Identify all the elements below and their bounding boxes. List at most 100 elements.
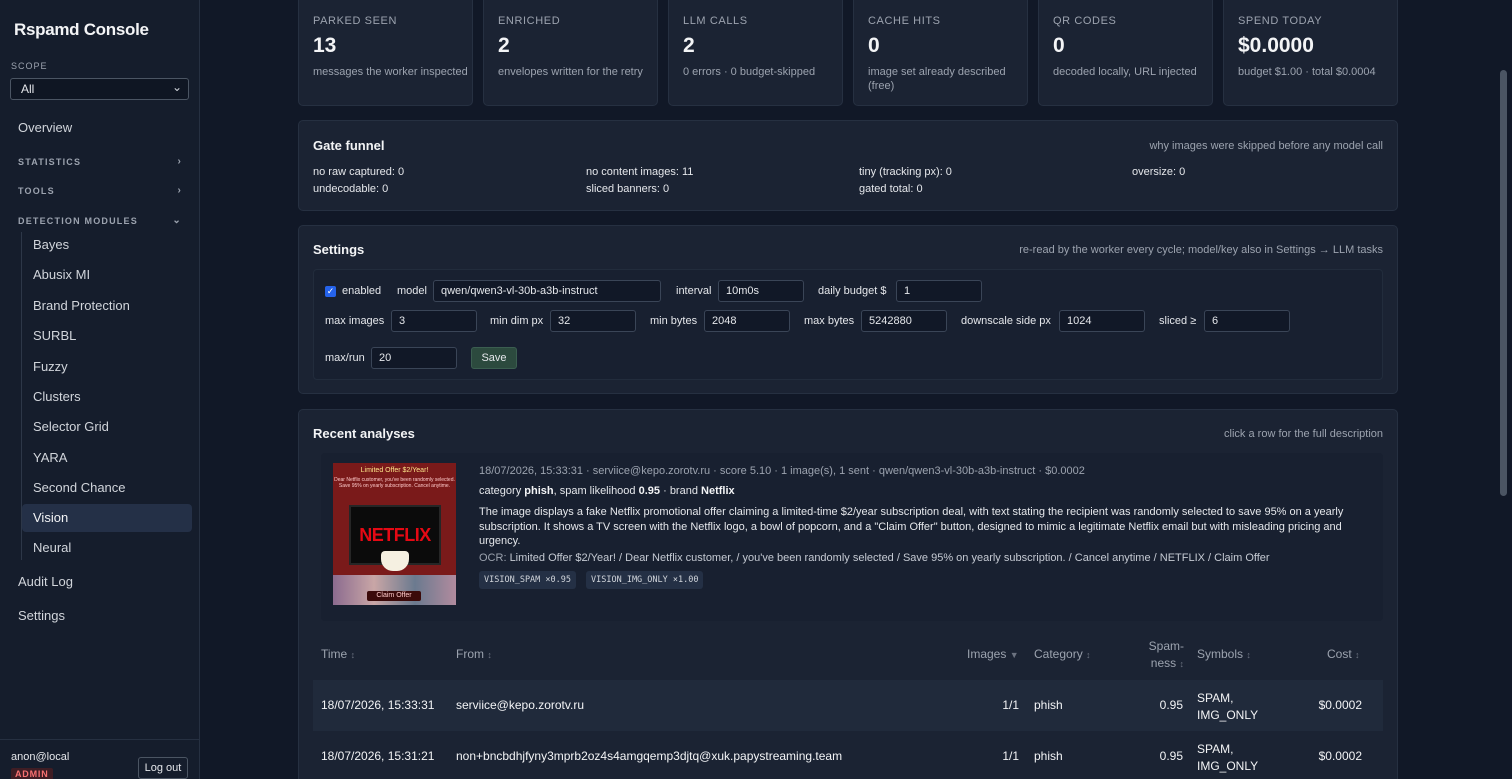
column-header-label: Category [1034, 647, 1083, 661]
column-header-time[interactable]: Time ↕ [321, 647, 355, 661]
nav-item-fuzzy[interactable]: Fuzzy [22, 353, 192, 381]
cell-category: phish [1034, 698, 1063, 712]
sidebar: Rspamd Console SCOPE All ⌄ Overview STAT… [0, 0, 200, 779]
max-bytes-input[interactable]: 5242880 [861, 310, 947, 332]
stat-label: CACHE HITS [868, 15, 941, 27]
nav-item-clusters[interactable]: Clusters [22, 383, 192, 411]
settings-panel: Settings re-read by the worker every cyc… [298, 225, 1398, 394]
panel-title: Recent analyses [313, 426, 415, 441]
nav-item-yara[interactable]: YARA [22, 444, 192, 472]
table-row[interactable]: 18/07/2026, 15:31:21 non+bncbdhjfyny3mpr… [313, 731, 1383, 779]
settings-form: ✓ enabled model qwen/qwen3-vl-30b-a3b-in… [313, 269, 1383, 380]
user-name: anon@local [11, 751, 70, 763]
max-images-input[interactable]: 3 [391, 310, 477, 332]
nav-item-surbl[interactable]: SURBL [22, 322, 192, 350]
nav-overview[interactable]: Overview [18, 120, 72, 135]
expanded-analysis: Limited Offer $2/Year! Dear Netflix cust… [321, 453, 1383, 621]
cell-symbols: SPAM, IMG_ONLY [1197, 690, 1258, 724]
model-input[interactable]: qwen/qwen3-vl-30b-a3b-instruct [433, 280, 661, 302]
chevron-down-icon: ⌄ [171, 80, 182, 94]
thumb-headline: Limited Offer $2/Year! [360, 467, 429, 474]
nav-settings[interactable]: Settings [18, 608, 65, 623]
stat-card-spend-today: SPEND TODAY $0.0000 budget $1.00 · total… [1223, 0, 1398, 106]
column-header-cost[interactable]: Cost ↕ [1327, 647, 1360, 661]
symbol-line: SPAM, [1197, 691, 1234, 705]
ocr-text: Limited Offer $2/Year! / Dear Netflix cu… [509, 552, 1270, 564]
funnel-stat: oversize: 0 [1132, 166, 1186, 178]
max-run-input[interactable]: 20 [371, 347, 457, 369]
daily-budget-input[interactable]: 1 [896, 280, 982, 302]
column-header-label: From [456, 647, 484, 661]
sliced-label: sliced ≥ [1159, 315, 1197, 327]
logout-button[interactable]: Log out [138, 757, 188, 779]
nav-group-tools[interactable]: TOOLS › [18, 185, 182, 196]
column-header-from[interactable]: From ↕ [456, 647, 492, 661]
nav-audit-log[interactable]: Audit Log [18, 574, 73, 589]
cell-from: non+bncbdhjfyny3mprb2oz4s4amgqemp3djtq@x… [456, 749, 843, 763]
cell-from: serviice@kepo.zorotv.ru [456, 698, 585, 712]
stat-label: LLM CALLS [683, 15, 748, 27]
downscale-input[interactable]: 1024 [1059, 310, 1145, 332]
interval-input[interactable]: 10m0s [718, 280, 804, 302]
analysis-thumbnail[interactable]: Limited Offer $2/Year! Dear Netflix cust… [333, 463, 456, 605]
column-header-category[interactable]: Category ↕ [1034, 647, 1091, 661]
stat-card-enriched: ENRICHED 2 envelopes written for the ret… [483, 0, 658, 106]
nav-group-detection-modules[interactable]: DETECTION MODULES ⌄ [18, 215, 182, 226]
nav-item-abusix-mi[interactable]: Abusix MI [22, 261, 192, 289]
nav-group-detection-modules-label: DETECTION MODULES [18, 216, 138, 226]
funnel-stat: no content images: 11 [586, 166, 694, 178]
panel-hint: click a row for the full description [1224, 428, 1383, 440]
nav-item-vision[interactable]: Vision [22, 504, 192, 532]
scope-select[interactable]: All ⌄ [10, 78, 189, 100]
sort-icon: ↕ [1355, 650, 1360, 660]
nav-item-bayes[interactable]: Bayes [22, 231, 192, 259]
daily-budget-label: daily budget $ [818, 285, 887, 297]
page-scrollbar-thumb[interactable] [1500, 70, 1507, 496]
stat-value: 2 [683, 34, 695, 57]
max-bytes-label: max bytes [804, 315, 855, 327]
column-header-label: Images [967, 647, 1007, 661]
stat-desc: messages the worker inspected [313, 66, 468, 78]
scope-label: SCOPE [11, 61, 48, 71]
max-run-label: max/run [325, 352, 365, 364]
column-header-spamness[interactable]: Spam- ness ↕ [1144, 638, 1184, 673]
stat-label: PARKED SEEN [313, 15, 398, 27]
enabled-checkbox[interactable]: ✓ [325, 286, 336, 297]
nav-group-statistics[interactable]: STATISTICS › [18, 156, 182, 167]
save-button[interactable]: Save [471, 347, 517, 369]
cell-spamness: 0.95 [1159, 698, 1183, 712]
nav-item-neural[interactable]: Neural [22, 534, 192, 562]
nav-group-statistics-label: STATISTICS [18, 157, 82, 167]
column-header-symbols[interactable]: Symbols ↕ [1197, 647, 1251, 661]
thumb-claim-button: Claim Offer [367, 591, 421, 601]
column-header-label: Symbols [1197, 647, 1244, 661]
min-dim-input[interactable]: 32 [550, 310, 636, 332]
chevron-right-icon: › [177, 156, 182, 167]
funnel-stat: undecodable: 0 [313, 183, 389, 195]
stat-value: 0 [1053, 34, 1065, 57]
nav-item-second-chance[interactable]: Second Chance [22, 474, 192, 502]
nav-item-brand-protection[interactable]: Brand Protection [22, 292, 192, 320]
chevron-right-icon: › [177, 185, 182, 196]
column-header-images[interactable]: Images ▼ [967, 647, 1019, 661]
symbol-line: IMG_ONLY [1197, 708, 1259, 722]
spam-prefix: , spam likelihood [553, 485, 636, 497]
sort-icon: ↕ [1086, 650, 1091, 660]
cell-images: 1/1 [1002, 749, 1019, 763]
category-prefix: category [479, 485, 522, 497]
downscale-label: downscale side px [961, 315, 1051, 327]
panel-hint: re-read by the worker every cycle; model… [1019, 244, 1383, 256]
role-badge: ADMIN [11, 768, 53, 779]
sliced-input[interactable]: 6 [1204, 310, 1290, 332]
cell-cost: $0.0002 [1318, 698, 1362, 712]
nav-item-selector-grid[interactable]: Selector Grid [22, 413, 192, 441]
app-title: Rspamd Console [14, 20, 149, 39]
table-row[interactable]: 18/07/2026, 15:33:31 serviice@kepo.zorot… [313, 680, 1383, 731]
stat-value: $0.0000 [1238, 34, 1314, 57]
stat-label: ENRICHED [498, 15, 561, 27]
min-bytes-input[interactable]: 2048 [704, 310, 790, 332]
column-header-label: Spam- [1148, 639, 1184, 653]
min-bytes-label: min bytes [650, 315, 698, 327]
stat-card-llm-calls: LLM CALLS 2 0 errors · 0 budget-skipped [668, 0, 843, 106]
thumb-subtext: Dear Netflix customer, you've been rando… [334, 477, 455, 489]
